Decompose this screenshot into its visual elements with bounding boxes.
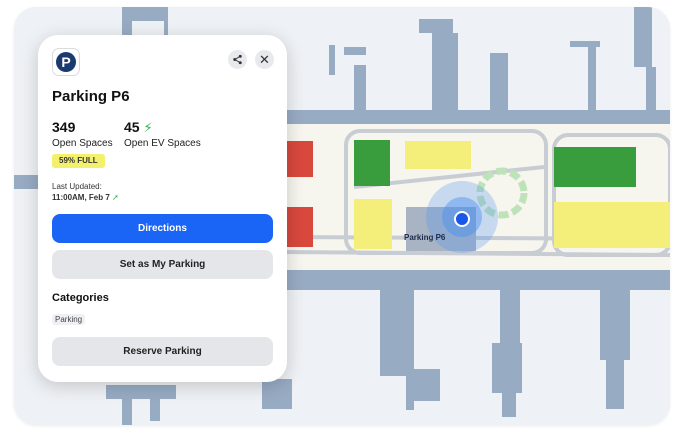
parking-title: Parking P6	[52, 88, 130, 105]
yellow-lot	[554, 202, 670, 248]
share-icon	[233, 54, 242, 65]
yellow-lot	[354, 199, 392, 249]
ev-spaces-stat: 45 ⚡	[124, 119, 153, 136]
set-my-parking-button[interactable]: Set as My Parking	[52, 250, 273, 279]
occupancy-badge: 59% FULL	[52, 154, 105, 168]
ev-spaces-count: 45	[124, 119, 140, 135]
categories-heading: Categories	[52, 292, 109, 304]
category-chip[interactable]: Parking	[52, 314, 86, 325]
red-lot	[287, 141, 313, 177]
ev-spaces-label: Open EV Spaces	[124, 138, 201, 149]
yellow-lot	[405, 141, 471, 169]
parking-info-panel: P ✕ Parking P6 349 Open Spaces 45 ⚡ Open…	[38, 35, 287, 382]
location-dot-icon[interactable]	[454, 211, 470, 227]
last-updated-label: Last Updated:	[52, 182, 102, 191]
last-updated: Last Updated: 11:00AM, Feb 7 ➚	[52, 181, 119, 203]
green-lot	[554, 147, 636, 187]
ev-bolt-icon: ⚡	[143, 120, 153, 135]
close-button[interactable]: ✕	[255, 50, 274, 69]
open-spaces-count: 349	[52, 119, 76, 135]
parking-logo-icon: P	[52, 48, 80, 76]
close-icon: ✕	[259, 51, 270, 67]
reserve-parking-button[interactable]: Reserve Parking	[52, 337, 273, 366]
map-location-label[interactable]: Parking P6	[404, 233, 445, 242]
live-signal-icon: ➚	[112, 193, 119, 202]
share-button[interactable]	[228, 50, 247, 69]
directions-button[interactable]: Directions	[52, 214, 273, 243]
open-spaces-label: Open Spaces	[52, 138, 113, 149]
last-updated-time: 11:00AM, Feb 7	[52, 193, 110, 202]
green-lot	[354, 140, 390, 186]
red-lot	[287, 207, 313, 247]
